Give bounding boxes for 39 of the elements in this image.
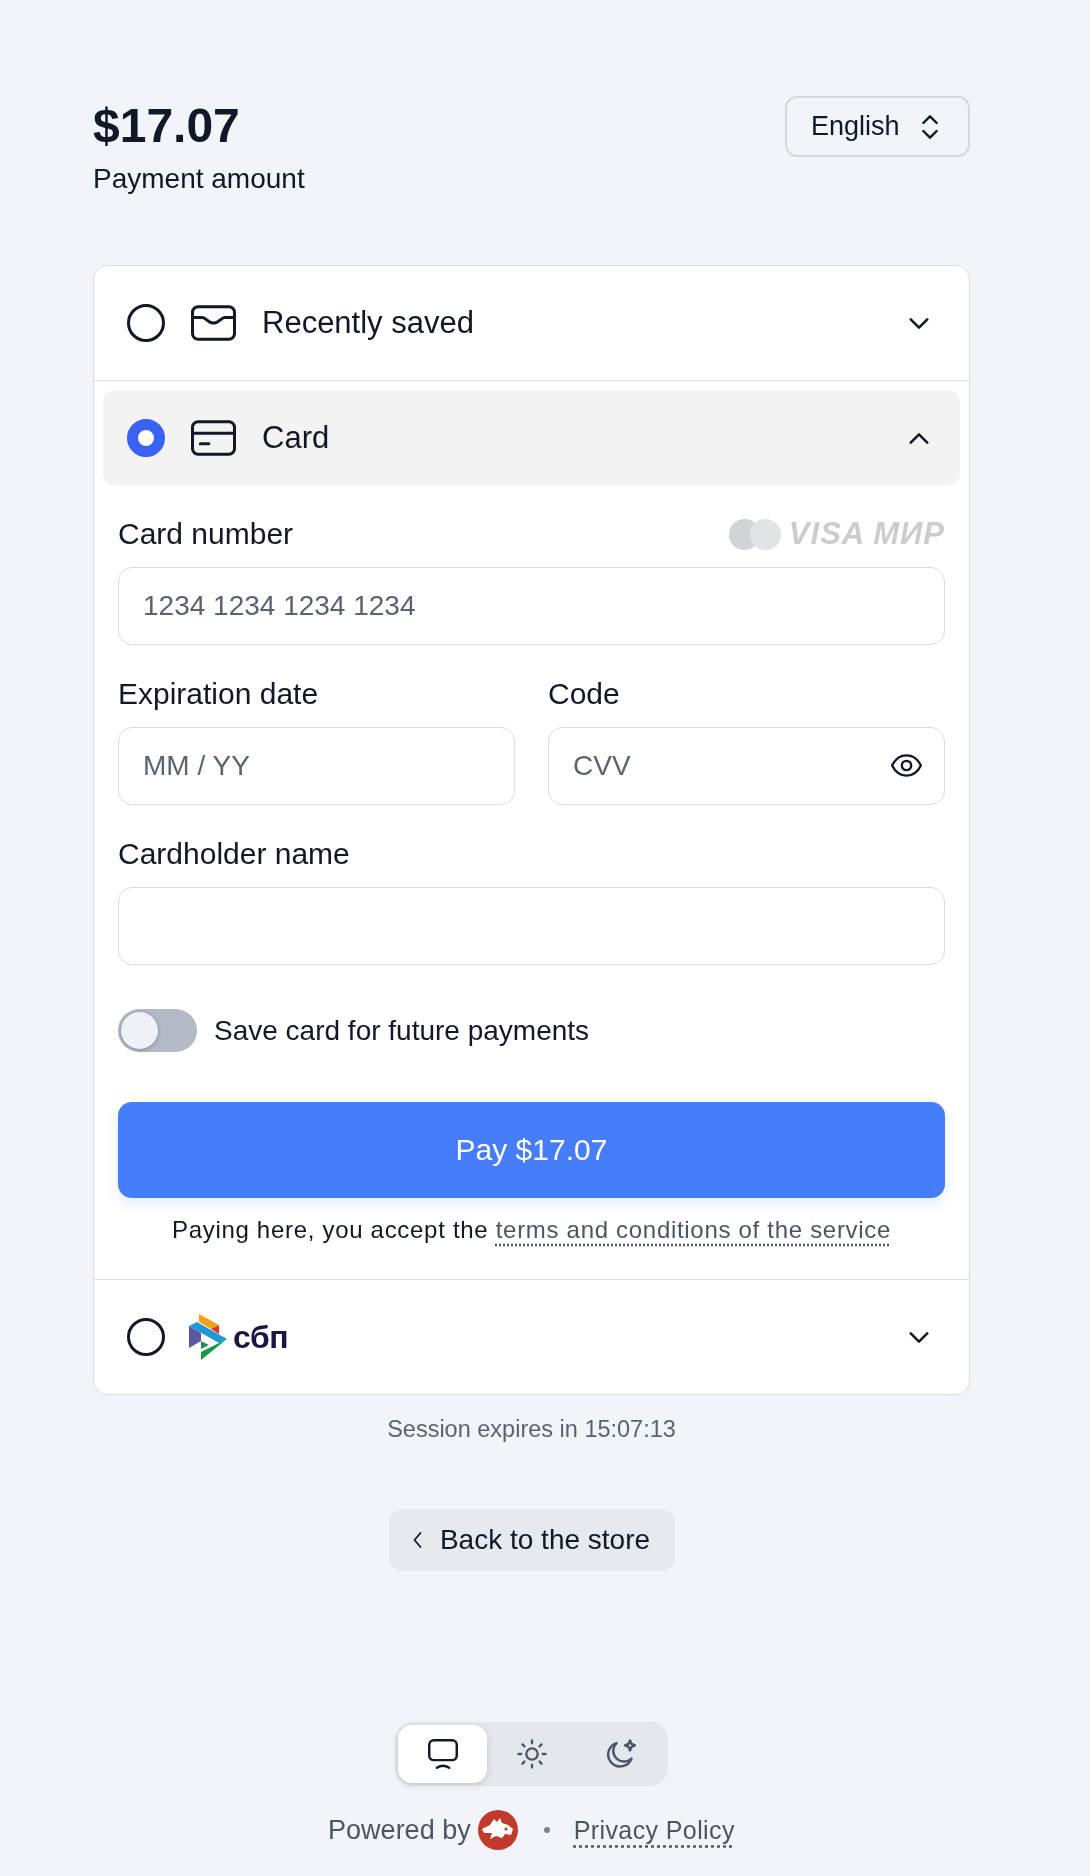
powered-by-label: Powered by	[328, 1814, 471, 1847]
payment-amount: $17.07	[93, 98, 241, 154]
field-label: Code	[548, 676, 621, 712]
save-card-toggle[interactable]	[118, 1009, 197, 1052]
radio-button[interactable]	[127, 419, 165, 457]
payment-method-row[interactable]: Card	[103, 390, 960, 486]
wallet-icon	[191, 305, 236, 341]
overlapping-circles-icon	[728, 518, 781, 550]
radio-button[interactable]	[127, 1318, 165, 1356]
credit-card-icon	[191, 420, 236, 456]
payment-amount-label: Payment amount	[93, 162, 305, 196]
terms-link[interactable]: terms and conditions of the service	[495, 1216, 892, 1243]
save-card-label: Save card for future payments	[214, 1014, 590, 1047]
triangle-logo-icon	[189, 1314, 227, 1360]
separator-dot-icon	[543, 1827, 550, 1833]
round-logo-icon	[477, 1810, 518, 1850]
moon-star-icon	[605, 1739, 636, 1769]
field-label: Card number	[118, 516, 294, 552]
up-down-chevron-icon	[922, 114, 938, 139]
payment-method-row[interactable]: Recently saved	[103, 275, 960, 371]
session-notice: Session expires in 15:07:13	[386, 1415, 677, 1444]
radio-button[interactable]	[127, 304, 165, 342]
field-label: Cardholder name	[118, 836, 351, 872]
chevron-left-icon	[412, 1532, 422, 1548]
eye-icon[interactable]	[891, 754, 922, 777]
terms-notice: Paying here, you accept the terms and conditions of the service	[170, 1215, 893, 1245]
cvv-field[interactable]: CVV	[548, 727, 945, 805]
expiration-date-field[interactable]: MM / YY	[118, 727, 515, 805]
cardholder-name-field[interactable]	[118, 887, 945, 965]
card-number-field[interactable]: 1234 1234 1234 1234	[118, 567, 945, 645]
sun-icon	[516, 1739, 547, 1769]
back-to-store-button[interactable]: Back to the store	[388, 1509, 675, 1571]
language-select[interactable]: English	[785, 96, 970, 157]
system-theme-button[interactable]	[398, 1725, 487, 1783]
pay-button[interactable]: Pay $17.07	[118, 1102, 945, 1198]
field-label: Expiration date	[118, 676, 320, 712]
privacy-policy-link[interactable]: Privacy Policy	[573, 1810, 735, 1850]
payment-method-row[interactable]: сбп	[103, 1289, 960, 1385]
monitor-icon	[427, 1739, 458, 1769]
